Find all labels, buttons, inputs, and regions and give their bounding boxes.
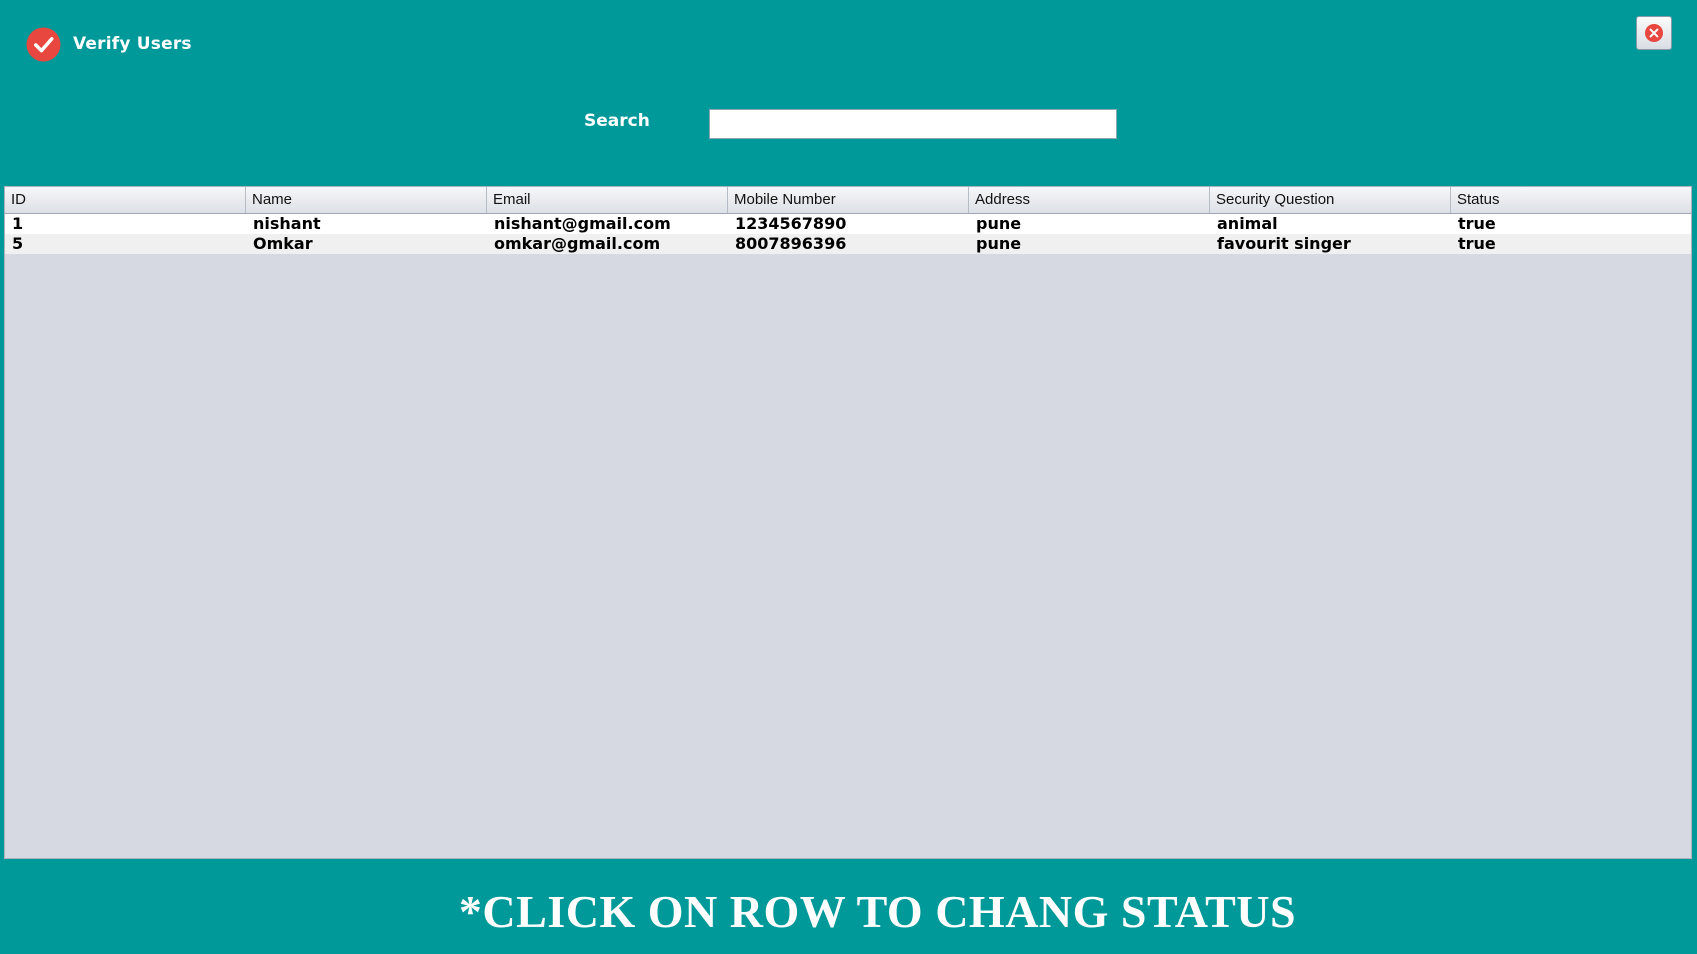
close-icon (1645, 24, 1663, 42)
column-header-status[interactable]: Status (1451, 187, 1691, 213)
cell-id: 5 (12, 234, 24, 253)
cell-mobile-number: 1234567890 (735, 214, 847, 233)
column-header-address[interactable]: Address (969, 187, 1210, 213)
cell-status: true (1458, 234, 1496, 253)
cell-security-question: favourit singer (1217, 234, 1351, 253)
column-header-email[interactable]: Email (487, 187, 728, 213)
window-title: Verify Users (73, 34, 192, 54)
close-button[interactable] (1636, 16, 1672, 50)
column-header-security-question[interactable]: Security Question (1210, 187, 1451, 213)
table-row[interactable]: 5 Omkar omkar@gmail.com 8007896396 pune … (5, 234, 1691, 254)
cell-email: omkar@gmail.com (494, 234, 661, 253)
column-header-id[interactable]: ID (5, 187, 246, 213)
cell-email: nishant@gmail.com (494, 214, 671, 233)
column-header-name[interactable]: Name (246, 187, 487, 213)
instruction-text: *CLICK ON ROW TO CHANG STATUS (458, 886, 1297, 937)
check-circle-icon (26, 27, 61, 61)
table-row[interactable]: 1 nishant nishant@gmail.com 1234567890 p… (5, 214, 1691, 234)
cell-status: true (1458, 214, 1496, 233)
cell-name: nishant (253, 214, 321, 233)
search-label: Search (584, 111, 650, 131)
window-title-bar: Verify Users (26, 26, 192, 62)
cell-address: pune (976, 234, 1022, 253)
cell-address: pune (976, 214, 1022, 233)
users-table: ID Name Email Mobile Number Address Secu… (4, 186, 1692, 859)
cell-name: Omkar (253, 234, 313, 253)
cell-security-question: animal (1217, 214, 1278, 233)
column-header-mobile-number[interactable]: Mobile Number (728, 187, 969, 213)
table-header: ID Name Email Mobile Number Address Secu… (5, 187, 1691, 214)
search-input[interactable] (709, 109, 1117, 139)
cell-id: 1 (12, 214, 24, 233)
cell-mobile-number: 8007896396 (735, 234, 847, 253)
